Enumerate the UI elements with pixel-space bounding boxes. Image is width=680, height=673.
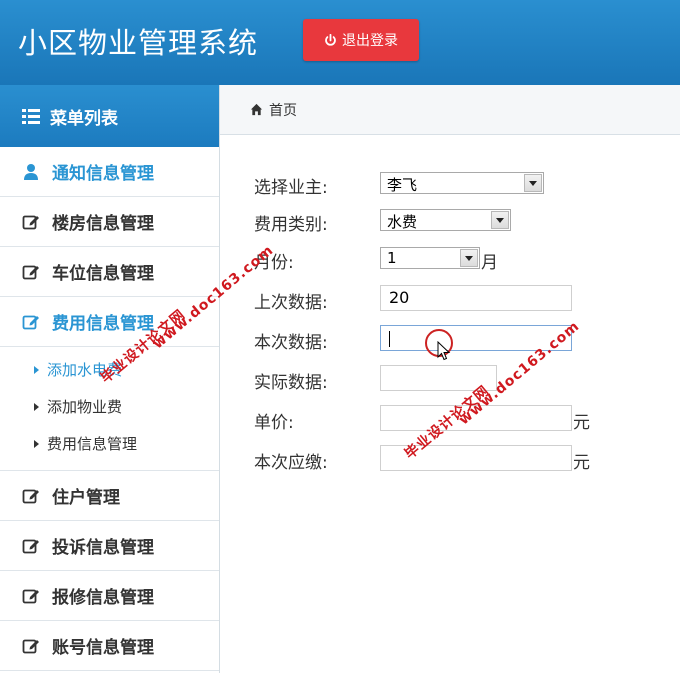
app-header: 小区物业管理系统 退出登录: [0, 0, 680, 85]
sidebar-item-label: 账号信息管理: [52, 638, 154, 658]
caret-right-icon: [34, 439, 39, 448]
edit-icon: [22, 215, 39, 229]
app-title: 小区物业管理系统: [18, 26, 259, 60]
sidebar-item-notice[interactable]: 通知信息管理: [0, 147, 219, 197]
list-icon: [22, 108, 40, 124]
sidebar-item-residents[interactable]: 住户管理: [0, 471, 219, 521]
logout-button[interactable]: 退出登录: [303, 19, 419, 61]
submenu-item-label: 添加物业费: [47, 398, 123, 416]
submenu-item-label: 费用信息管理: [47, 435, 138, 453]
menu-header: 菜单列表: [0, 85, 219, 147]
unit-price-label: 单价:: [254, 413, 294, 433]
fee-type-select[interactable]: 水费: [380, 209, 511, 231]
current-reading-label: 本次数据:: [254, 333, 328, 353]
sidebar-item-accounts[interactable]: 账号信息管理: [0, 621, 219, 671]
chevron-down-icon: [491, 211, 509, 229]
last-reading-label: 上次数据:: [254, 293, 328, 313]
menu-title: 菜单列表: [50, 108, 118, 129]
last-reading-input[interactable]: 20: [380, 285, 572, 311]
text-caret: [389, 330, 390, 347]
breadcrumb-home-link[interactable]: 首页: [269, 100, 297, 120]
submenu-item-add-property-fee[interactable]: 添加物业费: [0, 388, 219, 425]
submenu-item-fee-management[interactable]: 费用信息管理: [0, 425, 219, 462]
amount-due-unit: 元: [573, 453, 590, 473]
sidebar-item-repairs[interactable]: 报修信息管理: [0, 571, 219, 621]
edit-icon: [22, 265, 39, 279]
unit-price-unit: 元: [573, 413, 590, 433]
month-select[interactable]: 1: [380, 247, 480, 269]
sidebar-item-label: 投诉信息管理: [52, 538, 154, 558]
sidebar-item-label: 住户管理: [52, 488, 120, 508]
sidebar-item-complaints[interactable]: 投诉信息管理: [0, 521, 219, 571]
edit-icon: [22, 489, 39, 503]
sidebar-item-label: 费用信息管理: [52, 314, 154, 334]
edit-icon: [22, 589, 39, 603]
home-icon: [250, 103, 263, 116]
amount-due-label: 本次应缴:: [254, 453, 328, 473]
edit-icon: [22, 539, 39, 553]
chevron-down-icon: [460, 249, 478, 267]
sidebar-item-building[interactable]: 楼房信息管理: [0, 197, 219, 247]
breadcrumb: 首页: [220, 85, 680, 135]
chevron-down-icon: [524, 174, 542, 192]
actual-label: 实际数据:: [254, 373, 328, 393]
sidebar-item-label: 通知信息管理: [52, 164, 154, 184]
month-select-value: 1: [387, 249, 397, 267]
sidebar-item-label: 楼房信息管理: [52, 214, 154, 234]
mouse-pointer-icon: [437, 341, 451, 361]
owner-select-value: 李飞: [387, 176, 418, 194]
caret-right-icon: [34, 365, 39, 374]
owner-select[interactable]: 李飞: [380, 172, 544, 194]
month-unit: 月: [481, 253, 498, 273]
logout-label: 退出登录: [342, 33, 398, 49]
owner-label: 选择业主:: [254, 178, 328, 198]
caret-right-icon: [34, 402, 39, 411]
sidebar-item-label: 报修信息管理: [52, 588, 154, 608]
edit-icon: [22, 315, 39, 329]
fee-type-select-value: 水费: [387, 213, 418, 231]
fee-type-label: 费用类别:: [254, 215, 328, 235]
sidebar-item-parking[interactable]: 车位信息管理: [0, 247, 219, 297]
user-icon: [24, 163, 38, 180]
power-icon: [325, 33, 336, 46]
sidebar-item-label: 车位信息管理: [52, 264, 154, 284]
edit-icon: [22, 639, 39, 653]
